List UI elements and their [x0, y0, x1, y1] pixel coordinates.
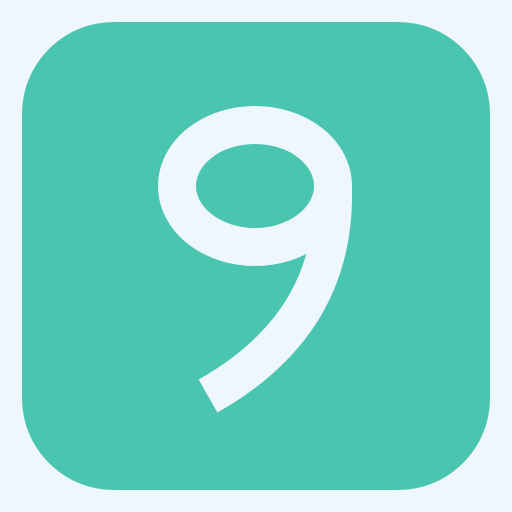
- number-nine-icon: [158, 106, 353, 413]
- nine-tail: [198, 187, 353, 413]
- nine-bowl: [158, 106, 352, 266]
- icon-canvas: 9: [0, 0, 512, 512]
